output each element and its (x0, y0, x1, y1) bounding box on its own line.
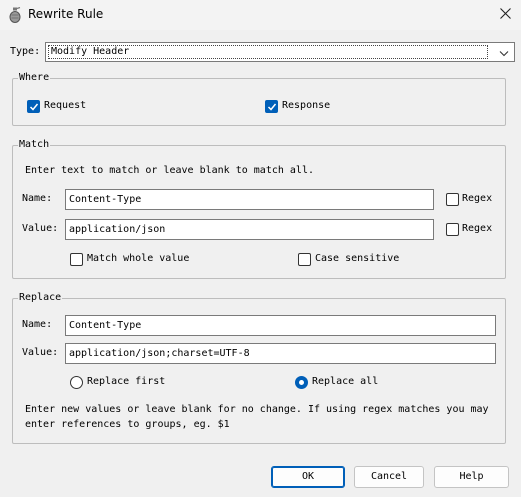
replace-name-label: Name: (22, 319, 53, 330)
where-legend: Where (18, 71, 51, 85)
chevron-down-icon (498, 47, 510, 59)
match-whole-value-checkbox[interactable] (70, 253, 83, 266)
request-label: Request (44, 100, 87, 111)
match-name-regex-label: Regex (462, 193, 493, 204)
help-button[interactable]: Help (434, 466, 509, 488)
replace-all-radio[interactable] (295, 376, 308, 389)
case-sensitive-label: Case sensitive (315, 253, 400, 264)
replace-value-input[interactable]: application/json;charset=UTF-8 (65, 343, 496, 364)
response-label: Response (282, 100, 331, 111)
replace-first-radio[interactable] (70, 376, 83, 389)
case-sensitive-checkbox[interactable] (298, 253, 311, 266)
replace-value-label: Value: (22, 347, 59, 358)
match-value-label: Value: (22, 223, 59, 234)
match-name-label: Name: (22, 193, 53, 204)
replace-name-input[interactable]: Content-Type (65, 315, 496, 336)
title-bar: Rewrite Rule (0, 0, 521, 30)
match-instructions: Enter text to match or leave blank to ma… (25, 165, 314, 176)
replace-note-line1: Enter new values or leave blank for no c… (25, 404, 489, 415)
replace-all-label: Replace all (312, 376, 379, 387)
match-name-input[interactable]: Content-Type (65, 189, 434, 210)
match-whole-value-label: Match whole value (87, 253, 190, 264)
replace-legend: Replace (18, 291, 63, 305)
replace-note-line2: enter references to groups, eg. $1 (25, 419, 230, 430)
type-select[interactable]: Modify Header (45, 42, 515, 62)
close-icon (499, 8, 511, 22)
match-value-regex-label: Regex (462, 223, 493, 234)
ok-button[interactable]: OK (271, 466, 345, 488)
match-legend: Match (18, 138, 51, 152)
replace-first-label: Replace first (87, 376, 166, 387)
response-checkbox[interactable] (265, 100, 278, 113)
type-label: Type: (10, 46, 41, 57)
window-title: Rewrite Rule (28, 7, 104, 21)
match-name-regex-checkbox[interactable] (446, 193, 459, 206)
cancel-button[interactable]: Cancel (354, 466, 424, 488)
request-checkbox[interactable] (27, 100, 40, 113)
grenade-icon (9, 6, 21, 23)
type-select-value: Modify Header (51, 46, 130, 57)
close-button[interactable] (489, 0, 521, 30)
match-value-input[interactable]: application/json (65, 219, 434, 240)
match-value-regex-checkbox[interactable] (446, 223, 459, 236)
